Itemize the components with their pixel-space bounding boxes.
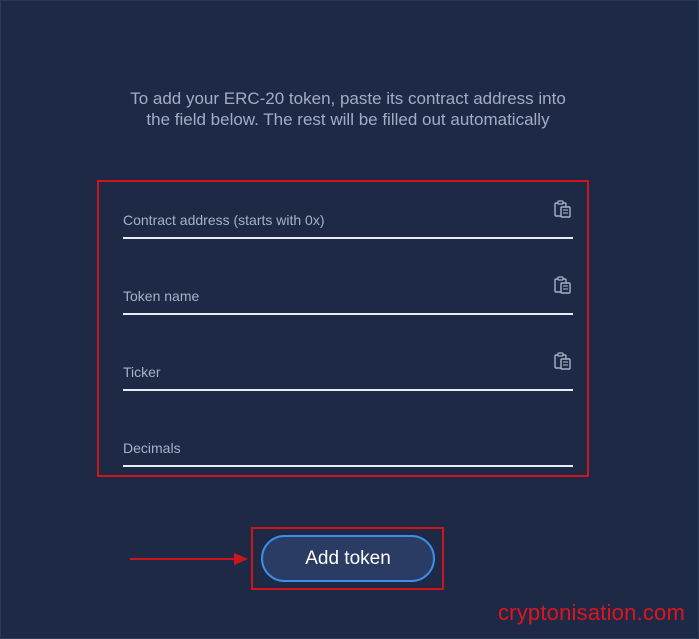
- ticker-input[interactable]: [123, 361, 543, 383]
- arrow-right-icon: [130, 553, 248, 565]
- watermark: cryptonisation.com: [497, 600, 685, 625]
- decimals-input[interactable]: [123, 437, 543, 459]
- clipboard-paste-icon[interactable]: [553, 351, 573, 371]
- contract-address-field: [123, 197, 573, 239]
- add-token-button[interactable]: Add token: [261, 535, 435, 582]
- token-name-input[interactable]: [123, 285, 543, 307]
- contract-address-input[interactable]: [123, 209, 543, 231]
- clipboard-paste-icon[interactable]: [553, 275, 573, 295]
- decimals-field: [123, 425, 573, 467]
- token-name-field: [123, 273, 573, 315]
- clipboard-paste-icon[interactable]: [553, 199, 573, 219]
- ticker-field: [123, 349, 573, 391]
- instructions-text: To add your ERC-20 token, paste its cont…: [130, 89, 566, 129]
